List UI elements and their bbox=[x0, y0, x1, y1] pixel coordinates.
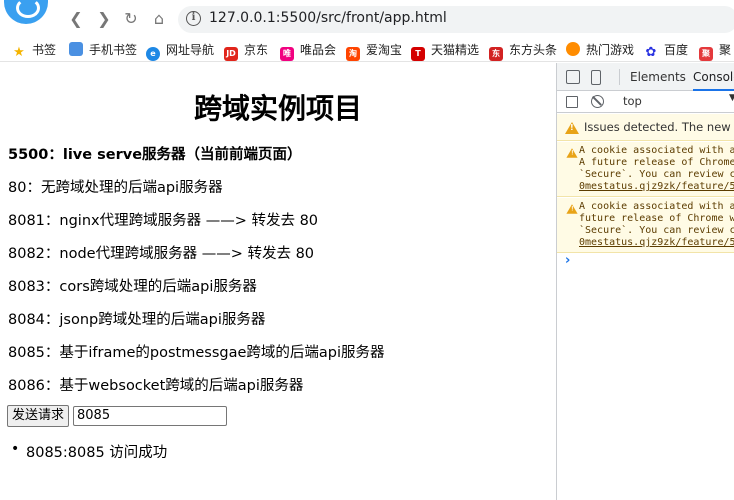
console-warning: A cookie associated with a future releas… bbox=[557, 198, 734, 253]
dftt-icon: 东 bbox=[489, 47, 503, 61]
port-input[interactable]: 8085 bbox=[73, 406, 227, 426]
bookmark-item[interactable]: 唯唯品会 bbox=[280, 41, 336, 61]
issues-banner[interactable]: Issues detected. The new Issues bbox=[557, 114, 734, 141]
console-warning: A cookie associated with a A future rele… bbox=[557, 142, 734, 197]
bookmark-item[interactable]: 手机书签 bbox=[69, 41, 137, 59]
jd-icon: JD bbox=[224, 47, 238, 61]
console-prompt[interactable]: › bbox=[565, 253, 570, 268]
warning-link[interactable]: 0mestatus.qjz9zk/feature/5 bbox=[579, 181, 734, 193]
bookmark-item[interactable]: ✿ 百度 bbox=[644, 41, 688, 60]
bookmark-item[interactable]: 聚聚 bbox=[699, 41, 731, 61]
devtools-panel: Elements Console top ▼ Issues detected. … bbox=[556, 63, 734, 500]
bookmark-item[interactable]: ★ 书签 bbox=[12, 41, 56, 60]
tab-elements[interactable]: Elements bbox=[630, 63, 686, 91]
ju-icon: 聚 bbox=[699, 47, 713, 61]
console-toolbar: top ▼ bbox=[557, 91, 734, 113]
bookmark-item[interactable]: 东东方头条 bbox=[489, 41, 557, 61]
browser-toolbar: ❮ ❯ ↻ ⌂ i 127.0.0.1:5500/src/front/app.h… bbox=[0, 0, 734, 38]
forward-icon[interactable]: ❯ bbox=[94, 9, 114, 29]
warning-icon bbox=[566, 204, 578, 214]
back-icon[interactable]: ❮ bbox=[66, 9, 86, 29]
bookmark-item[interactable]: JD 京东 bbox=[224, 41, 268, 61]
bookmark-item[interactable]: 淘爱淘宝 bbox=[346, 41, 402, 61]
site-info-icon[interactable]: i bbox=[186, 11, 201, 26]
bookmark-item[interactable]: 热门游戏 bbox=[566, 41, 634, 59]
address-url[interactable]: 127.0.0.1:5500/src/front/app.html bbox=[209, 10, 447, 26]
address-bar[interactable]: i 127.0.0.1:5500/src/front/app.html bbox=[178, 6, 734, 33]
vip-icon: 唯 bbox=[280, 47, 294, 61]
context-selector[interactable]: top bbox=[623, 94, 642, 108]
bookmark-item[interactable]: e 网址导航 bbox=[146, 41, 214, 61]
server-line: 8082：node代理跨域服务器 ——> 转发去 80 bbox=[8, 246, 315, 262]
bookmarks-bar: ★ 书签 手机书签 e 网址导航 JD 京东 唯唯品会 淘爱淘宝 T 天猫精选 东东方头… bbox=[0, 38, 734, 62]
device-toolbar-icon[interactable] bbox=[591, 70, 601, 85]
reload-icon[interactable]: ↻ bbox=[121, 9, 141, 29]
tab-console[interactable]: Console bbox=[693, 63, 734, 91]
game-icon bbox=[566, 42, 580, 56]
tmall-icon: T bbox=[411, 47, 425, 61]
clear-console-icon[interactable] bbox=[591, 95, 604, 108]
server-line: 8084：jsonp跨域处理的后端api服务器 bbox=[8, 312, 266, 328]
server-line: 8081：nginx代理跨域服务器 ——> 转发去 80 bbox=[8, 213, 319, 229]
inspect-icon[interactable] bbox=[566, 70, 580, 84]
server-line: 8086：基于websocket跨域的后端api服务器 bbox=[8, 378, 304, 394]
baidu-icon: ✿ bbox=[645, 45, 657, 60]
chevron-down-icon[interactable]: ▼ bbox=[729, 93, 734, 103]
send-request-button[interactable]: 发送请求 bbox=[7, 405, 69, 427]
warning-icon bbox=[565, 122, 579, 134]
page-title: 跨域实例项目 bbox=[193, 92, 362, 125]
server-line: 8083：cors跨域处理的后端api服务器 bbox=[8, 279, 257, 295]
phone-icon bbox=[69, 42, 83, 56]
server-line: 80：无跨域处理的后端api服务器 bbox=[8, 180, 223, 196]
devtools-tabbar: Elements Console bbox=[557, 63, 734, 91]
divider bbox=[619, 69, 620, 85]
star-icon: ★ bbox=[13, 45, 25, 60]
e-icon: e bbox=[146, 47, 160, 61]
result-list-item: 8085:8085 访问成功 bbox=[11, 441, 167, 462]
taobao-icon: 淘 bbox=[346, 47, 360, 61]
server-line: 5500：live serve服务器（当前前端页面） bbox=[8, 147, 302, 163]
home-icon[interactable]: ⌂ bbox=[149, 9, 169, 29]
page-content: 跨域实例项目 5500：live serve服务器（当前前端页面） 80：无跨域… bbox=[0, 63, 556, 500]
warning-link[interactable]: 0mestatus.qjz9zk/feature/5 bbox=[579, 237, 734, 249]
sidebar-toggle-icon[interactable] bbox=[566, 96, 578, 108]
warning-icon bbox=[566, 148, 578, 158]
server-line: 8085：基于iframe的postmessgae跨域的后端api服务器 bbox=[8, 345, 385, 361]
browser-logo bbox=[4, 0, 48, 24]
bookmark-item[interactable]: T 天猫精选 bbox=[411, 41, 479, 61]
